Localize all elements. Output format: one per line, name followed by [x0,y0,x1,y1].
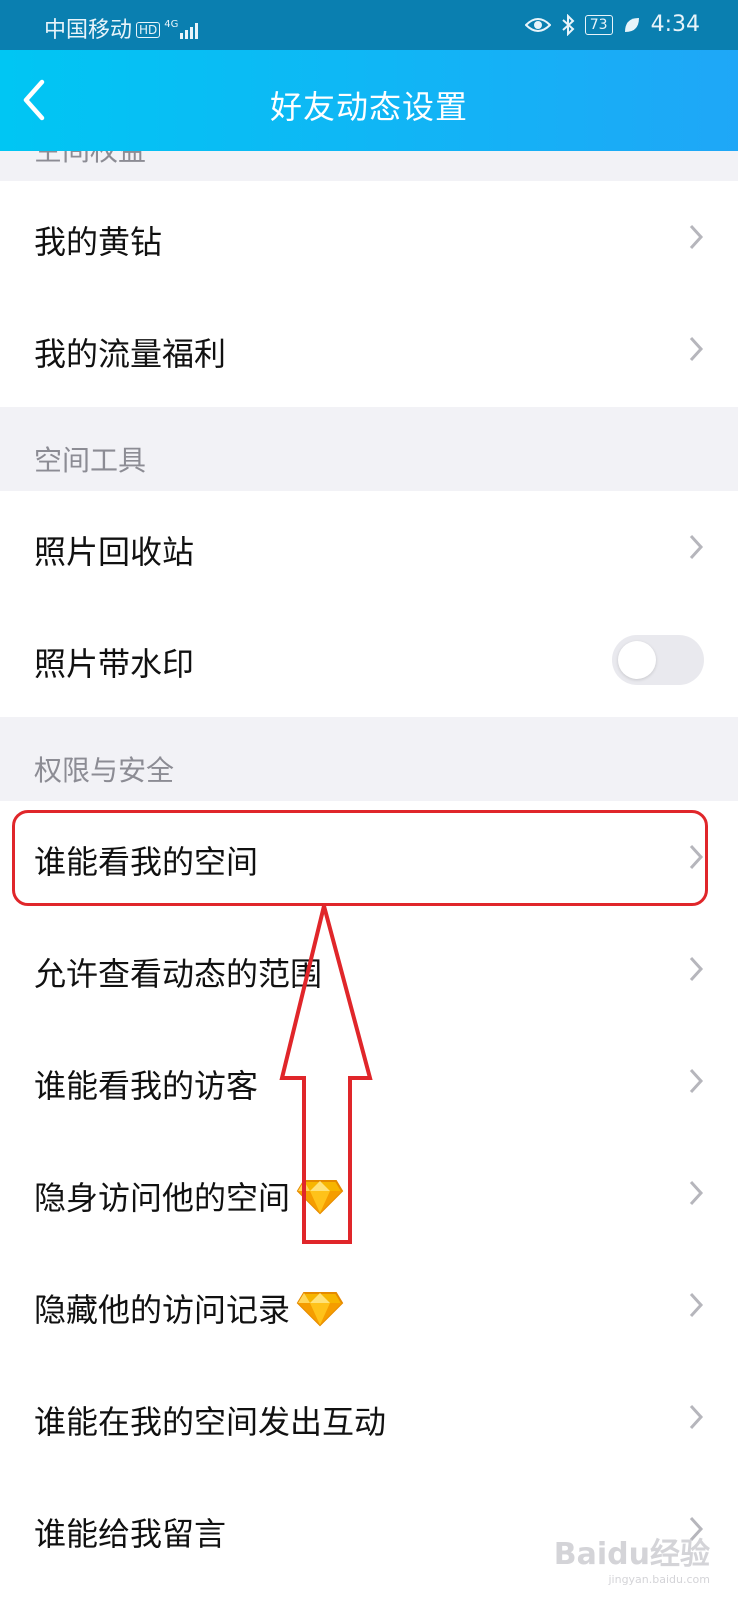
list-item-label: 谁能给我留言 [34,1515,227,1553]
section-header-space-tools: 空间工具 [0,407,738,491]
group-space-tools: 照片回收站 照片带水印 [0,491,738,717]
baidu-watermark: Baidu经验 jingyan.baidu.com [554,1529,710,1586]
list-item-label: 照片回收站 [34,533,195,571]
status-right: 73 4:34 [524,12,700,37]
list-item-hide-visit-record[interactable]: 隐藏他的访问记录 [0,1249,738,1361]
toggle-knob [618,641,656,679]
battery-level: 73 [584,14,613,35]
list-item-text: 隐身访问他的空间 [34,1179,291,1217]
page-title: 好友动态设置 [269,88,468,126]
diamond-icon [296,1292,344,1327]
list-item-traffic-benefits[interactable]: 我的流量福利 [0,293,738,405]
network-type: 4G [164,19,179,30]
section-header-space-rights: 空间权益 [0,151,738,181]
list-item-label: 我的流量福利 [34,335,227,373]
chevron-right-icon [689,534,704,560]
section-title: 空间工具 [34,444,147,477]
list-item-label: 谁能看我的访客 [34,1067,259,1105]
watermark-toggle[interactable] [612,635,704,685]
list-item-label: 照片带水印 [34,645,195,683]
highlight-box [12,810,708,906]
section-title: 空间权益 [34,151,146,169]
status-bar: 中国移动 HD 4G 73 4:34 [0,0,738,50]
signal-icon [180,23,199,39]
section-header-privacy: 权限与安全 [0,717,738,801]
eye-icon [524,17,551,32]
list-item-photo-watermark: 照片带水印 [0,603,738,715]
section-title: 权限与安全 [34,754,175,787]
nav-bar: 好友动态设置 [0,50,738,151]
list-item-label: 谁能在我的空间发出互动 [34,1403,387,1441]
list-item-photo-recycle-bin[interactable]: 照片回收站 [0,491,738,603]
chevron-right-icon [689,1292,704,1318]
up-arrow-annotation-icon [279,905,373,1244]
chevron-right-icon [689,336,704,362]
list-item-yellow-diamond[interactable]: 我的黄钻 [0,181,738,293]
chevron-right-icon [689,1180,704,1206]
chevron-right-icon [689,1404,704,1430]
hd-badge: HD [136,22,161,38]
group-space-rights: 我的黄钻 我的流量福利 [0,181,738,407]
list-item-label: 隐藏他的访问记录 [34,1285,344,1331]
chevron-right-icon [689,224,704,250]
list-item-label: 我的黄钻 [34,223,163,261]
leaf-icon [624,17,639,32]
carrier-info: 中国移动 HD 4G [44,12,202,44]
watermark-brand: Baidu经验 [553,1537,710,1572]
clock: 4:34 [650,12,700,37]
bluetooth-icon [562,13,575,36]
list-item-who-can-interact[interactable]: 谁能在我的空间发出互动 [0,1361,738,1473]
watermark-url: jingyan.baidu.com [608,1573,710,1586]
list-item-text: 隐藏他的访问记录 [34,1291,291,1329]
carrier-name: 中国移动 [44,18,133,43]
chevron-right-icon [689,1068,704,1094]
chevron-right-icon [689,956,704,982]
